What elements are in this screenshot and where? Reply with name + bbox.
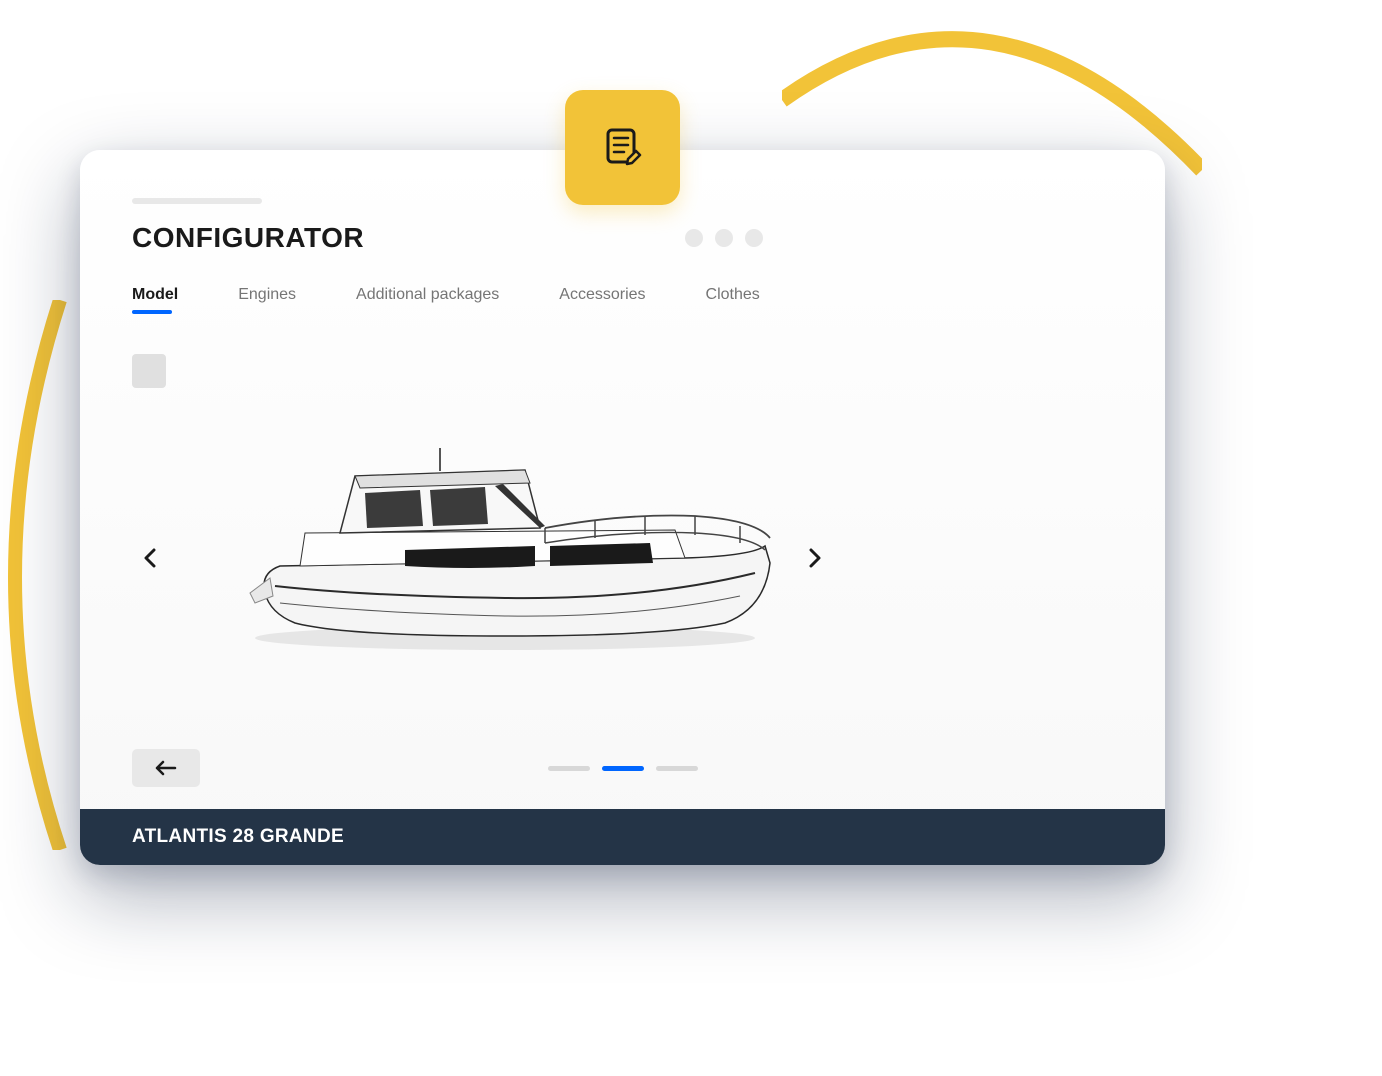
document-edit-icon bbox=[600, 125, 646, 171]
header-dot bbox=[685, 229, 703, 247]
chevron-right-icon bbox=[808, 548, 822, 568]
header-decorative-line bbox=[132, 198, 262, 204]
prev-arrow[interactable] bbox=[135, 543, 165, 573]
arrow-left-icon bbox=[155, 760, 177, 776]
page-title: CONFIGURATOR bbox=[132, 222, 364, 254]
product-viewer bbox=[80, 418, 1165, 698]
tab-clothes[interactable]: Clothes bbox=[706, 286, 760, 314]
document-edit-badge bbox=[565, 90, 680, 205]
header-dots bbox=[685, 229, 763, 247]
pagination bbox=[548, 766, 698, 771]
next-arrow[interactable] bbox=[800, 543, 830, 573]
bottom-controls bbox=[80, 749, 1165, 787]
tabs-nav: Model Engines Additional packages Access… bbox=[80, 254, 1165, 314]
tab-model[interactable]: Model bbox=[132, 286, 178, 314]
product-image bbox=[245, 438, 785, 658]
back-button[interactable] bbox=[132, 749, 200, 787]
configurator-window: CONFIGURATOR Model Engines Additional pa… bbox=[80, 150, 1165, 865]
footer-bar: ATLANTIS 28 GRANDE bbox=[80, 809, 1165, 865]
page-indicator-2[interactable] bbox=[602, 766, 644, 771]
header-dot bbox=[715, 229, 733, 247]
product-name: ATLANTIS 28 GRANDE bbox=[132, 826, 344, 848]
page-indicator-1[interactable] bbox=[548, 766, 590, 771]
header-dot bbox=[745, 229, 763, 247]
color-swatch[interactable] bbox=[132, 354, 166, 388]
tab-accessories[interactable]: Accessories bbox=[559, 286, 645, 314]
tab-engines[interactable]: Engines bbox=[238, 286, 296, 314]
chevron-left-icon bbox=[143, 548, 157, 568]
page-indicator-3[interactable] bbox=[656, 766, 698, 771]
tab-additional-packages[interactable]: Additional packages bbox=[356, 286, 499, 314]
